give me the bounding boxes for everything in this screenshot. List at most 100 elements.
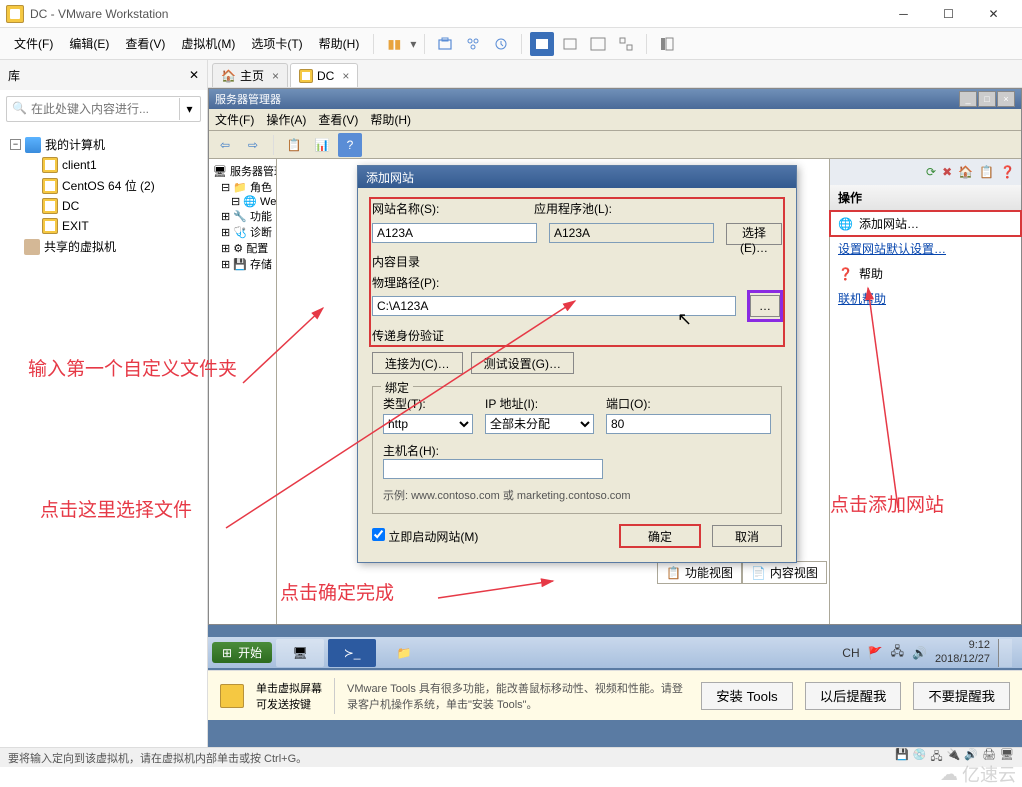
vmtools-icon bbox=[220, 684, 244, 708]
connect-as-button[interactable]: 连接为(C)… bbox=[372, 352, 463, 374]
start-button[interactable]: ⊞ 开始 bbox=[212, 642, 272, 663]
help-icon[interactable]: ? bbox=[338, 133, 362, 157]
sm-menu-help[interactable]: 帮助(H) bbox=[370, 111, 411, 128]
tray-clock[interactable]: 9:12 2018/12/27 bbox=[935, 639, 990, 665]
home-icon[interactable]: 🏠 bbox=[958, 165, 973, 179]
binding-group-label: 绑定 bbox=[381, 379, 413, 396]
tree-vm-exit[interactable]: EXIT bbox=[6, 216, 201, 236]
device-disk-icon[interactable]: 💾 bbox=[895, 748, 909, 767]
stop-icon[interactable]: ✖ bbox=[942, 165, 952, 179]
forward-button[interactable]: ⇨ bbox=[241, 133, 265, 157]
fullscreen-button[interactable] bbox=[586, 32, 610, 56]
tree-vm-centos[interactable]: CentOS 64 位 (2) bbox=[6, 175, 201, 196]
feature-view-tab[interactable]: 📋 功能视图 bbox=[657, 561, 742, 584]
library-close-icon[interactable]: ✕ bbox=[189, 68, 199, 82]
help-icon[interactable]: ❓ bbox=[1000, 165, 1015, 179]
install-tools-button[interactable]: 安装 Tools bbox=[701, 682, 792, 710]
sm-tree-web[interactable]: ⊟ 🌐 We bbox=[213, 195, 272, 208]
task-servermgr[interactable]: 🖥 bbox=[276, 639, 324, 667]
fitwindow-button[interactable] bbox=[558, 32, 582, 56]
minimize-button[interactable]: ─ bbox=[881, 0, 926, 28]
sm-close-button[interactable]: × bbox=[997, 91, 1015, 107]
never-remind-button[interactable]: 不要提醒我 bbox=[913, 682, 1010, 710]
menu-vm[interactable]: 虚拟机(M) bbox=[175, 31, 241, 56]
snapshot-button[interactable] bbox=[433, 32, 457, 56]
window-title: DC - VMware Workstation bbox=[30, 7, 881, 21]
action-online-help[interactable]: 联机帮助 bbox=[830, 286, 1021, 311]
refresh-button[interactable]: 📋 bbox=[282, 133, 306, 157]
guest-display[interactable]: 服务器管理器 _ □ × 文件(F) 操作(A) 查看(V) 帮助(H) ⇦ ⇨ bbox=[208, 88, 1022, 760]
menu-edit[interactable]: 编辑(E) bbox=[63, 31, 115, 56]
host-label: 主机名(H): bbox=[383, 444, 439, 458]
autostart-checkbox[interactable]: 立即启动网站(M) bbox=[372, 530, 478, 544]
sm-minimize-button[interactable]: _ bbox=[959, 91, 977, 107]
tray-flag-icon[interactable]: 🚩 bbox=[868, 646, 883, 660]
search-input[interactable] bbox=[6, 96, 201, 122]
action-add-website[interactable]: 🌐 添加网站… bbox=[830, 211, 1021, 236]
tree-shared-vms[interactable]: 共享的虚拟机 bbox=[6, 236, 201, 257]
tree-vm-dc[interactable]: DC bbox=[6, 196, 201, 216]
test-settings-button[interactable]: 测试设置(G)… bbox=[471, 352, 574, 374]
tab-close-icon[interactable]: × bbox=[342, 69, 349, 83]
pause-button[interactable]: ▮▮ bbox=[382, 32, 406, 56]
properties-button[interactable]: 📊 bbox=[310, 133, 334, 157]
show-desktop-button[interactable] bbox=[998, 639, 1012, 667]
tree-collapse-icon[interactable]: − bbox=[10, 139, 21, 150]
vm-icon bbox=[42, 157, 58, 173]
tab-home[interactable]: 🏠 主页 × bbox=[212, 63, 288, 87]
type-select[interactable]: http bbox=[383, 414, 473, 434]
content-group-label: 内容目录 bbox=[372, 253, 782, 270]
task-powershell[interactable]: ≻_ bbox=[328, 639, 376, 667]
unity-button[interactable] bbox=[614, 32, 638, 56]
ip-select[interactable]: 全部未分配 bbox=[485, 414, 594, 434]
tray-lang[interactable]: CH bbox=[842, 646, 859, 660]
sm-tree-item[interactable]: ⊞ 🔧 功能 bbox=[213, 208, 272, 224]
sm-menu-file[interactable]: 文件(F) bbox=[215, 111, 254, 128]
content-view-tab[interactable]: 📄 内容视图 bbox=[742, 561, 827, 584]
device-cd-icon[interactable]: 💿 bbox=[913, 748, 927, 767]
dialog-title: 添加网站 bbox=[366, 169, 414, 186]
ok-button[interactable]: 确定 bbox=[620, 525, 700, 547]
select-pool-button[interactable]: 选择(E)… bbox=[726, 223, 782, 245]
help-icon: ❓ bbox=[838, 267, 853, 281]
action-set-defaults[interactable]: 设置网站默认设置… bbox=[830, 236, 1021, 261]
fitguest-button[interactable] bbox=[530, 32, 554, 56]
sm-tree-item[interactable]: ⊞ 🩺 诊断 bbox=[213, 224, 272, 240]
site-name-input[interactable] bbox=[372, 223, 537, 243]
sm-tree-item[interactable]: ⊞ 💾 存储 bbox=[213, 256, 272, 272]
nav-icon[interactable]: 📋 bbox=[979, 165, 994, 179]
cancel-button[interactable]: 取消 bbox=[712, 525, 782, 547]
library-toggle-button[interactable] bbox=[655, 32, 679, 56]
windows-logo-icon: ⊞ bbox=[222, 646, 232, 660]
remind-later-button[interactable]: 以后提醒我 bbox=[805, 682, 902, 710]
maximize-button[interactable]: ☐ bbox=[926, 0, 971, 28]
close-button[interactable]: ✕ bbox=[971, 0, 1016, 28]
menu-tabs[interactable]: 选项卡(T) bbox=[245, 31, 308, 56]
snapshot-mgr-button[interactable] bbox=[461, 32, 485, 56]
search-dropdown-button[interactable]: ▾ bbox=[179, 98, 199, 120]
tray-sound-icon[interactable]: 🔊 bbox=[912, 646, 927, 660]
tab-close-icon[interactable]: × bbox=[272, 69, 279, 83]
browse-button[interactable]: … bbox=[750, 295, 780, 317]
sm-maximize-button[interactable]: □ bbox=[978, 91, 996, 107]
sm-menu-view[interactable]: 查看(V) bbox=[318, 111, 358, 128]
tree-my-computer[interactable]: − 我的计算机 bbox=[6, 134, 201, 155]
sm-tree-root[interactable]: 🖥 服务器管理器 bbox=[213, 163, 272, 179]
tree-vm-client1[interactable]: client1 bbox=[6, 155, 201, 175]
library-search: 🔍 ▾ bbox=[6, 96, 201, 122]
revert-button[interactable] bbox=[489, 32, 513, 56]
action-help[interactable]: ❓ 帮助 bbox=[830, 261, 1021, 286]
sm-menu-action[interactable]: 操作(A) bbox=[266, 111, 306, 128]
port-input[interactable] bbox=[606, 414, 771, 434]
refresh-icon[interactable]: ⟳ bbox=[926, 165, 936, 179]
back-button[interactable]: ⇦ bbox=[213, 133, 237, 157]
tray-network-icon[interactable]: 🖧 bbox=[891, 642, 904, 663]
tab-dc[interactable]: DC × bbox=[290, 63, 358, 87]
host-input[interactable] bbox=[383, 459, 603, 479]
task-explorer[interactable]: 📁 bbox=[380, 639, 428, 667]
menu-file[interactable]: 文件(F) bbox=[8, 31, 59, 56]
sm-tree-item[interactable]: ⊞ ⚙ 配置 bbox=[213, 240, 272, 256]
menu-help[interactable]: 帮助(H) bbox=[313, 31, 366, 56]
menu-view[interactable]: 查看(V) bbox=[119, 31, 171, 56]
sm-tree-roles[interactable]: ⊟ 📁 角色 bbox=[213, 179, 272, 195]
